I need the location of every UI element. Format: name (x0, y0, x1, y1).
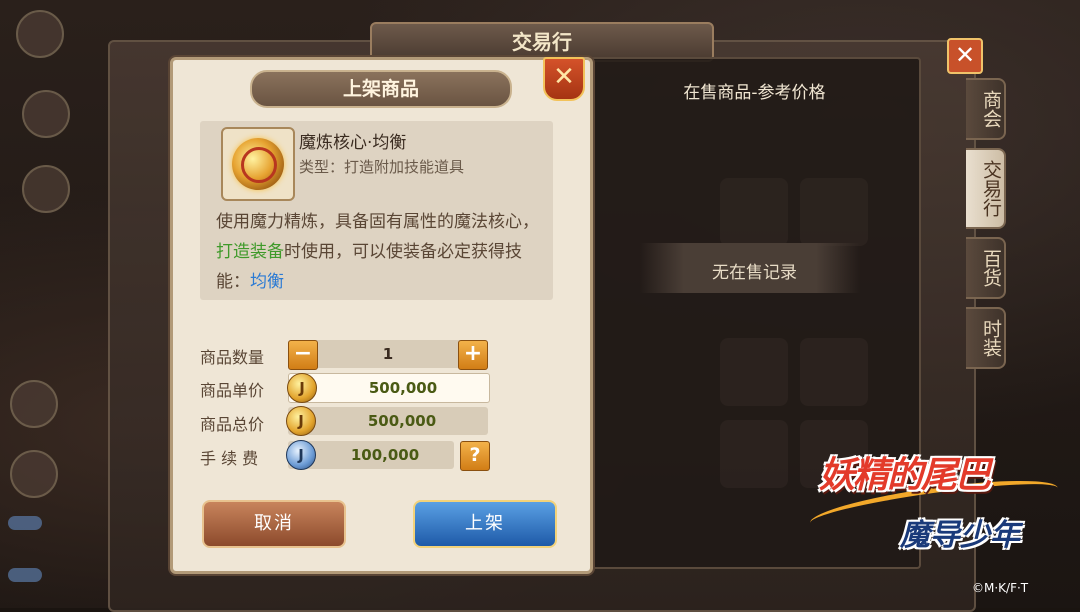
tab-general-store[interactable]: 百货 (966, 237, 1006, 299)
gold-coin-icon: J (287, 373, 317, 403)
faint-item-slot (720, 420, 788, 488)
logo-sub-text: 魔导少年 (900, 518, 1020, 553)
quantity-stepper: − 1 + (288, 340, 488, 370)
close-icon[interactable]: ✕ (543, 57, 585, 101)
total-price-label: 商品总价 (200, 415, 265, 434)
fee-help-button[interactable]: ? (460, 441, 490, 471)
friends-icon (10, 380, 58, 428)
reference-price-title: 在售商品-参考价格 (683, 83, 826, 103)
fee-label: 手 续 费 (200, 449, 259, 468)
logo-main-text: 妖精的尾巴 (819, 455, 991, 496)
fee-field: J 100,000 (286, 440, 454, 470)
shop-icon (22, 90, 70, 138)
faint-item-slot (800, 178, 868, 246)
description-highlight-craft: 打造装备 (216, 242, 284, 262)
avatar-icon (16, 10, 64, 58)
game-logo: 妖精的尾巴 魔导少年 (807, 440, 1065, 580)
item-type: 类型：打造附加技能道具 (299, 158, 465, 176)
description-text: 使用魔力精炼，具备固有属性的魔法核心， (216, 212, 539, 232)
chat-icon (10, 450, 58, 498)
trading-window-title: 交易行 (370, 22, 714, 62)
quantity-value: 1 (382, 345, 394, 363)
item-name: 魔炼核心·均衡 (299, 133, 407, 153)
decrease-button[interactable]: − (288, 340, 318, 370)
tab-fashion[interactable]: 时装 (966, 307, 1006, 369)
trading-window-close-icon[interactable]: ✕ (947, 38, 983, 74)
fee-value: 100,000 (350, 446, 420, 464)
challenge-icon (22, 165, 70, 213)
gold-coin-icon: J (286, 406, 316, 436)
unit-price-field[interactable]: J 500,000 (287, 373, 490, 403)
tab-merchant[interactable]: 商会 (966, 78, 1006, 140)
empty-record-text: 无在售记录 (712, 263, 797, 283)
cancel-button[interactable]: 取消 (202, 500, 346, 548)
background-side-hud (0, 0, 110, 608)
faint-item-slot (800, 338, 868, 406)
listing-panel-title: 上架商品 (250, 70, 512, 108)
faint-item-slot (720, 178, 788, 246)
description-highlight-skill: 均衡 (250, 272, 284, 292)
chat-channel-chip (8, 568, 42, 582)
faint-item-slot (720, 338, 788, 406)
unit-price-label: 商品单价 (200, 381, 265, 400)
silver-coin-icon: J (286, 440, 316, 470)
unit-price-value: 500,000 (368, 379, 438, 397)
total-price-field: J 500,000 (286, 406, 488, 436)
magic-core-item-icon[interactable] (221, 127, 295, 201)
increase-button[interactable]: + (458, 340, 488, 370)
tab-trading[interactable]: 交易行 (966, 148, 1006, 229)
item-description: 使用魔力精炼，具备固有属性的魔法核心，打造装备时使用，可以使装备必定获得技能：均… (216, 207, 546, 297)
chat-channel-chip (8, 516, 42, 530)
quantity-label: 商品数量 (200, 348, 265, 367)
list-item-button[interactable]: 上架 (413, 500, 557, 548)
side-tab-list: 商会 交易行 百货 时装 (966, 78, 1006, 377)
copyright-text: ©M·K/F·T (972, 581, 1029, 595)
ring-icon (241, 147, 277, 183)
total-price-value: 500,000 (367, 412, 437, 430)
